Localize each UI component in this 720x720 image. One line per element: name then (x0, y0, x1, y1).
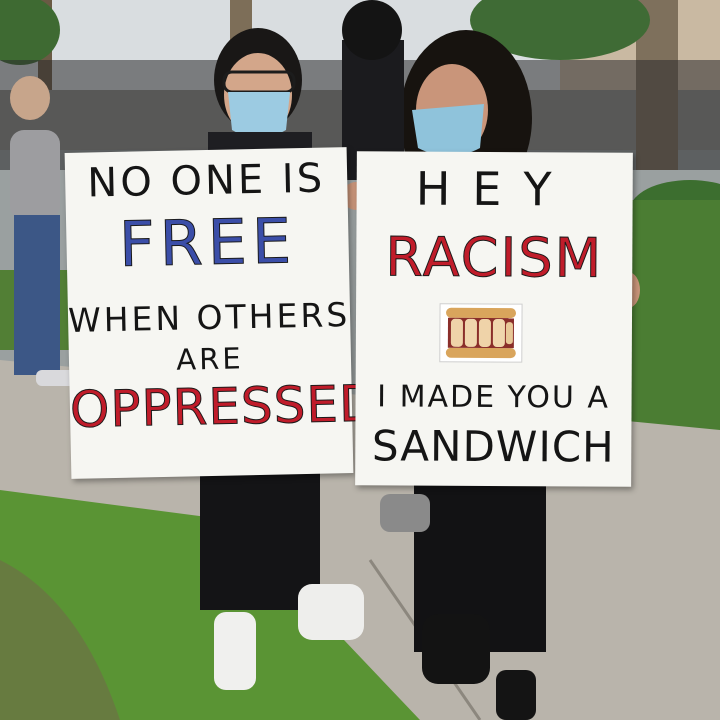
girl-left-shoe-right (298, 584, 364, 640)
bystander-shoe (380, 494, 430, 532)
girl-left-shoe-left (214, 612, 256, 690)
sign-right-line-3: I MADE YOU A (377, 379, 611, 416)
sign-left-line-3: WHEN OTHERS (67, 295, 351, 340)
sign-left-line-2: FREE (118, 204, 298, 282)
sign-right-line-4: SANDWICH (371, 421, 615, 472)
girl-right-shoe-left (422, 614, 490, 684)
man-behind-head (342, 0, 402, 60)
protest-sign-left: NO ONE IS FREE WHEN OTHERS ARE OPPRESSED (64, 147, 380, 479)
girl-right-mask (412, 104, 484, 156)
bystander-left-legs (14, 215, 60, 375)
girl-left-legs (200, 460, 320, 610)
bystander-left-head (10, 76, 50, 120)
sign-right-line-1: HEY (415, 161, 574, 217)
sign-left-line-5: OPPRESSED (69, 374, 380, 439)
girl-right-shoe-right (496, 670, 536, 720)
sign-left-line-4: ARE (175, 341, 244, 377)
protest-sign-right: HEY RACISM I MADE YOU A SANDWICH (355, 151, 633, 487)
protest-photo: NO ONE IS FREE WHEN OTHERS ARE OPPRESSED… (0, 0, 720, 720)
bystander-left-torso (10, 130, 60, 220)
sandwich-teeth-drawing (439, 303, 523, 363)
sign-right-line-2: RACISM (385, 225, 604, 290)
sign-left-line-1: NO ONE IS (86, 155, 326, 207)
girl-left-mask (228, 92, 290, 138)
